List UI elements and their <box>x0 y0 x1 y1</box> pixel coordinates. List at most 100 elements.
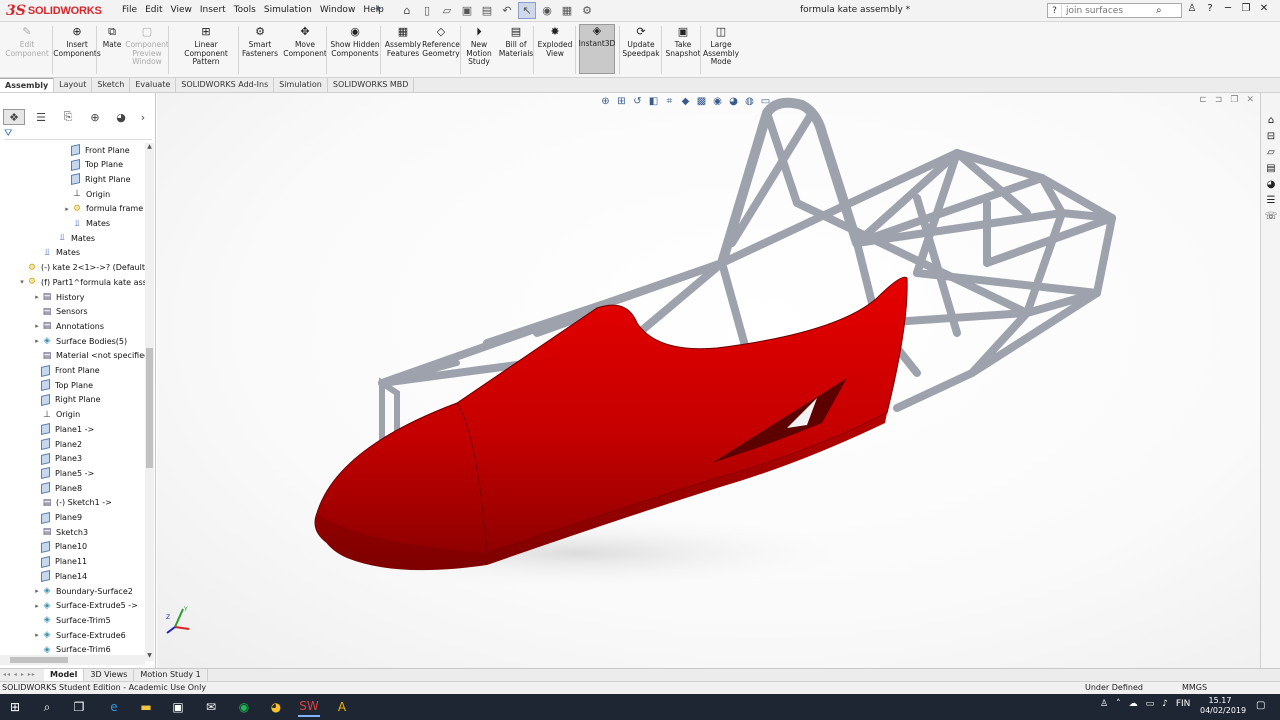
instant3d-button[interactable]: ◈ Instant3D <box>579 24 615 74</box>
previous-view-icon[interactable]: ↺ <box>631 95 644 108</box>
hscroll-thumb[interactable] <box>10 657 68 663</box>
tree-item[interactable]: ⊥ Origin <box>33 408 80 422</box>
take-snapshot-button[interactable]: ▣ Take Snapshot <box>665 26 701 58</box>
tab-nav-arrows-icon[interactable]: ◂◂ ◂ ▸ ▸▸ <box>0 669 44 681</box>
tree-item[interactable]: Plane5 -> <box>33 466 94 480</box>
edge-icon[interactable]: e <box>103 697 125 717</box>
task-view-icon[interactable]: ❐ <box>68 697 90 717</box>
configuration-manager-icon[interactable]: ⎘ <box>57 109 79 125</box>
close-icon[interactable]: ✕ <box>1258 3 1270 14</box>
tree-scrollbar[interactable]: ▲ ▼ <box>145 143 154 661</box>
tree-item[interactable]: ▤ Sketch3 <box>33 525 88 539</box>
chevron-right-icon[interactable]: › <box>136 109 150 125</box>
autocad-icon[interactable]: A <box>331 697 353 717</box>
edit-component-button[interactable]: ✎ Edit Component <box>5 26 49 58</box>
options-icon[interactable]: ⚙ <box>578 2 596 19</box>
search-box[interactable]: ? ⌕ <box>1047 3 1182 18</box>
network-icon[interactable]: ▭ <box>1146 699 1155 709</box>
home-icon[interactable]: ⌂ <box>398 2 416 19</box>
select-icon[interactable]: ↖ <box>518 2 536 19</box>
undo-icon[interactable]: ↶ <box>498 2 516 19</box>
viewport-minimize-icon[interactable]: ⊏ <box>1199 95 1207 105</box>
tree-item[interactable]: ▸ ▤ Annotations <box>33 319 104 333</box>
tree-item[interactable]: ▸ ⚙ formula frame <box>63 202 143 216</box>
tab-solidworks-mbd[interactable]: SOLIDWORKS MBD <box>328 78 415 92</box>
menu-tools[interactable]: Tools <box>230 4 260 17</box>
search-input[interactable] <box>1062 5 1152 16</box>
print-icon[interactable]: ▤ <box>478 2 496 19</box>
tab-layout[interactable]: Layout <box>54 78 93 92</box>
windows-start-icon[interactable]: ⊞ <box>4 697 26 717</box>
feature-tree-icon[interactable]: ❖ <box>3 109 25 125</box>
tree-item[interactable]: Front Plane <box>33 364 100 378</box>
dimxpert-icon[interactable]: ⊕ <box>84 109 106 125</box>
file-explorer-taskbar-icon[interactable]: ▬ <box>135 697 157 717</box>
tree-item[interactable]: ⫫ Mates <box>33 246 80 260</box>
tree-item[interactable]: Plane1 -> <box>33 422 94 436</box>
apply-scene-icon[interactable]: ◍ <box>743 95 756 108</box>
solidworks-logo[interactable]: 3S SOLIDWORKS <box>6 3 102 19</box>
mate-button[interactable]: ⧉ Mate <box>100 26 124 50</box>
expand-toggle-icon[interactable]: ▸ <box>33 322 41 330</box>
tree-item[interactable]: ▸ ◈ Surface Bodies(5) <box>33 334 127 348</box>
tab-evaluate[interactable]: Evaluate <box>130 78 177 92</box>
tree-item[interactable]: ▤ (-) Sketch1 -> <box>33 496 112 510</box>
notifications-icon[interactable]: ▢ <box>1256 700 1265 711</box>
forum-icon[interactable]: ☏ <box>1264 209 1278 223</box>
scroll-up-icon[interactable]: ▲ <box>145 143 154 152</box>
view-palette-icon[interactable]: ▤ <box>1264 161 1278 175</box>
rebuild-icon[interactable]: ◉ <box>538 2 556 19</box>
design-library-icon[interactable]: ⊟ <box>1264 129 1278 143</box>
volume-icon[interactable]: ♪ <box>1162 699 1168 709</box>
view-settings-icon[interactable]: ▭ <box>759 95 772 108</box>
zoom-to-fit-icon[interactable]: ⊕ <box>599 95 612 108</box>
help-icon[interactable]: ? <box>1204 3 1216 14</box>
viewport-restore-icon[interactable]: ❐ <box>1230 95 1238 105</box>
tab-sketch[interactable]: Sketch <box>92 78 131 92</box>
dynamic-annotation-icon[interactable]: ⌗ <box>663 95 676 108</box>
graphics-area[interactable]: ⊕ ⊞ ↺ ◧ ⌗ ◆ ▩ ◉ ◕ ◍ ▭ ⊏ ⊐ ❐ ✕ Y Z <box>157 93 1260 668</box>
display-manager-icon[interactable]: ◕ <box>110 109 132 125</box>
expand-toggle-icon[interactable]: ▸ <box>33 293 41 301</box>
bill-of-materials-button[interactable]: ▤ Bill of Materials <box>499 26 533 58</box>
people-icon[interactable]: ♙ <box>1100 699 1108 709</box>
move-component-button[interactable]: ✥ Move Component <box>283 26 327 58</box>
expand-toggle-icon[interactable]: ▾ <box>18 278 26 286</box>
tree-item[interactable]: Plane11 <box>33 555 87 569</box>
zoom-area-icon[interactable]: ⊞ <box>615 95 628 108</box>
unit-system[interactable]: MMGS <box>1182 683 1207 692</box>
mail-icon[interactable]: ✉ <box>200 697 222 717</box>
menu-simulation[interactable]: Simulation <box>260 4 316 17</box>
scroll-down-icon[interactable]: ▼ <box>145 652 154 661</box>
tree-item[interactable]: ◈ Surface-Trim5 <box>33 613 111 627</box>
language-indicator[interactable]: FIN <box>1176 699 1191 709</box>
expand-toggle-icon[interactable]: ▸ <box>63 205 71 213</box>
menu-view[interactable]: View <box>167 4 196 17</box>
assembly-model[interactable] <box>157 93 1260 668</box>
expand-toggle-icon[interactable]: ▸ <box>33 587 41 595</box>
tree-item[interactable]: Plane10 <box>33 540 87 554</box>
bottom-tab-model[interactable]: Model <box>44 669 85 681</box>
menu-file[interactable]: File <box>118 4 141 17</box>
search-icon[interactable]: ⌕ <box>1156 5 1162 16</box>
bottom-tab-3d-views[interactable]: 3D Views <box>84 669 135 681</box>
hide-show-items-icon[interactable]: ◉ <box>711 95 724 108</box>
restore-icon[interactable]: ❐ <box>1240 3 1252 14</box>
file-properties-icon[interactable]: ▦ <box>558 2 576 19</box>
tree-item[interactable]: ▸ ◈ Surface-Extrude5 -> <box>33 599 138 613</box>
viewport-tile-icon[interactable]: ⊐ <box>1215 95 1223 105</box>
solidworks-taskbar-icon[interactable]: SW <box>298 697 320 717</box>
bottom-tab-motion-study-1[interactable]: Motion Study 1 <box>134 669 208 681</box>
file-explorer-icon[interactable]: ▱ <box>1264 145 1278 159</box>
section-view-icon[interactable]: ◧ <box>647 95 660 108</box>
custom-properties-icon[interactable]: ☰ <box>1264 193 1278 207</box>
tree-item[interactable]: ▾ ⚙ (f) Part1^formula kate asse <box>18 275 146 289</box>
tree-item[interactable]: Plane9 <box>33 511 82 525</box>
filter-icon[interactable]: ⛛ <box>4 128 152 140</box>
tree-item[interactable]: ▸ ▤ History <box>33 290 84 304</box>
tray-chevron-icon[interactable]: ˄ <box>1116 699 1121 709</box>
tree-item[interactable]: Plane2 <box>33 437 82 451</box>
tree-item[interactable]: ▤ Material <not specified> <box>33 349 146 363</box>
view-orientation-icon[interactable]: ◆ <box>679 95 692 108</box>
component-preview-window-button[interactable]: ▢ Component Preview Window <box>125 26 169 67</box>
